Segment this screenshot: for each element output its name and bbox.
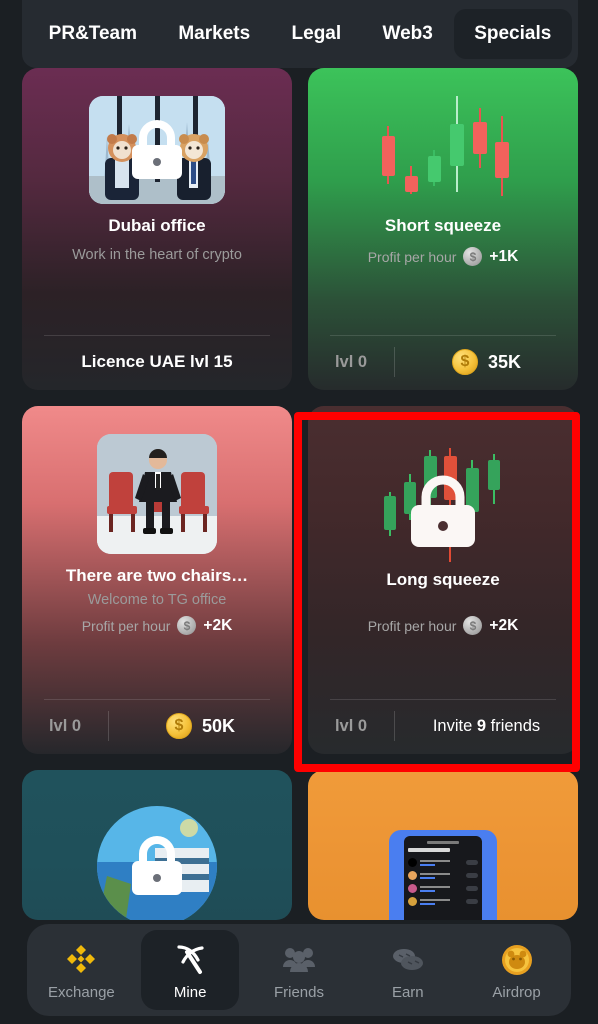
card-footer: lvl 0 $ 50K [22,706,292,746]
list-action [466,886,478,891]
phone-list-item [408,884,478,893]
card-art-candlestick-locked [368,444,518,564]
list-lines [420,859,463,866]
phone-screen [404,836,482,920]
card-price: 35K [487,351,522,372]
profit-label: Profit per hour [81,617,171,634]
card-long-squeeze[interactable]: Long squeeze Profit per hour $ +2K lvl 0… [308,406,578,754]
card-art-seaside-villa [97,806,217,920]
card-divider [44,699,270,700]
card-short-squeeze[interactable]: Short squeeze Profit per hour $ +1K lvl … [308,68,578,390]
app-root: PR&Team Markets Legal Web3 Specials Duba… [0,0,598,1024]
nav-label: Mine [173,983,207,1001]
list-lines [420,885,463,892]
card-divider [330,699,556,700]
tab-markets[interactable]: Markets [158,9,271,59]
avatar [408,884,417,893]
profit-value: +1K [489,247,519,265]
card-title: Short squeeze [384,216,502,235]
card-level: lvl 0 [48,716,82,735]
tab-legal[interactable]: Legal [271,9,362,59]
card-divider [44,335,270,336]
nav-item-mine[interactable]: Mine [141,930,240,1010]
list-action [466,873,478,878]
card-profit-per-hour: Profit per hour $ +2K [81,616,233,635]
card-footer: lvl 0 $ 35K [308,342,578,382]
list-lines [420,872,463,879]
nav-item-exchange[interactable]: Exchange [32,930,130,1010]
card-price: 50K [201,715,236,736]
nav-label: Airdrop [492,983,541,1001]
list-action [466,899,478,904]
nav-label: Friends [273,983,324,1001]
card-profit-per-hour: Profit per hour $ +2K [367,616,519,635]
phone-title-bar [408,848,450,852]
hamster-coin-icon [497,940,537,980]
card-art-clicker-apps-phone [389,830,497,920]
tab-specials[interactable]: Specials [453,9,572,59]
card-art-candlestick-chart [368,94,518,204]
phone-list-item [408,858,478,867]
card-footer: Licence UAE lvl 15 [22,342,292,382]
card-art-dubai-office [89,96,225,204]
card-requirement: Licence UAE lvl 15 [81,352,233,371]
nav-label: Exchange [48,983,115,1001]
card-subtitle: Welcome to TG office [87,592,227,608]
card-art-two-chairs [97,434,217,554]
binance-logo-icon [61,940,101,980]
card-two-chairs[interactable]: There are two chairs… Welcome to TG offi… [22,406,292,754]
nav-item-friends[interactable]: Friends [250,930,348,1010]
card-villa[interactable] [22,770,292,920]
candlestick-sparkline [382,96,509,196]
invite-count: 9 [476,716,487,735]
card-clicker-apps[interactable] [308,770,578,920]
tab-pr-team[interactable]: PR&Team [28,9,158,59]
nav-item-earn[interactable]: Earn [359,930,457,1010]
nav-item-airdrop[interactable]: Airdrop [468,930,566,1010]
upgrade-card-grid: Dubai office Work in the heart of crypto… [22,68,578,920]
card-title: Dubai office [108,216,206,235]
people-icon [279,940,319,980]
lock-icon [132,836,182,895]
profit-value: +2K [489,616,519,634]
card-subtitle: Work in the heart of crypto [72,247,242,263]
phone-list-item [408,871,478,880]
avatar [408,871,417,880]
lock-icon [411,475,475,548]
invite-suffix: friends [490,716,541,735]
card-footer: lvl 0 Invite 9 friends [308,706,578,746]
category-tabbar: PR&Team Markets Legal Web3 Specials [22,0,578,68]
card-divider [330,335,556,336]
card-level: lvl 0 [334,716,368,735]
card-title: There are two chairs… [65,566,249,585]
list-action [466,860,478,865]
bottom-navigation: Exchange Mine Friends Earn Airdrop [27,924,571,1016]
nav-label: Earn [391,983,424,1001]
profit-value: +2K [203,616,233,634]
profit-label: Profit per hour [367,617,457,634]
card-invite-requirement: Invite 9 friends [433,717,540,736]
avatar [408,858,417,867]
phone-list-item [408,897,478,906]
card-profit-per-hour: Profit per hour $ +1K [367,247,519,266]
list-lines [420,898,463,905]
two-chairs-art [97,434,217,554]
coins-stack-icon [388,940,428,980]
silver-coin-icon: $ [463,247,483,266]
gold-coin-icon: $ [451,349,478,375]
invite-prefix: Invite [432,716,473,735]
lock-icon [132,120,182,179]
card-level: lvl 0 [334,352,368,371]
card-dubai-office[interactable]: Dubai office Work in the heart of crypto… [22,68,292,390]
avatar [408,897,417,906]
gold-coin-icon: $ [165,713,192,739]
silver-coin-icon: $ [463,616,483,635]
card-title: Long squeeze [386,570,500,589]
pickaxe-icon [170,940,210,980]
profit-label: Profit per hour [367,248,457,265]
phone-header-bar [427,841,459,844]
tab-web3[interactable]: Web3 [362,9,454,59]
silver-coin-icon: $ [177,616,197,635]
